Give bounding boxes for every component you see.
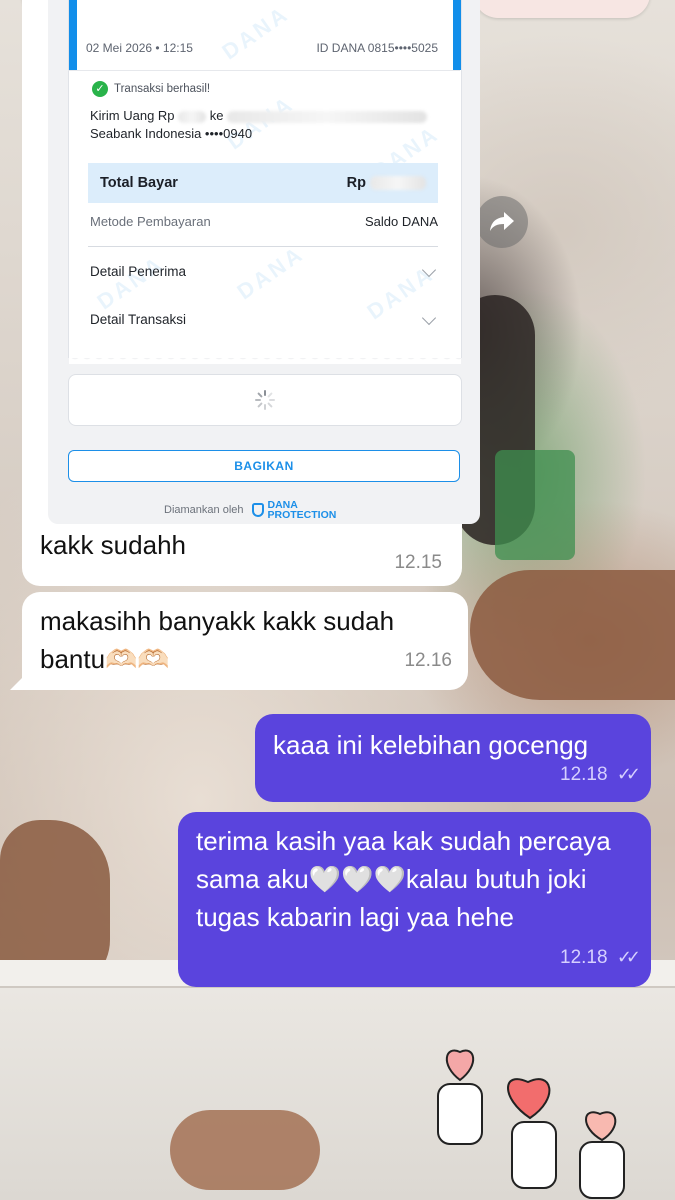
background-hand <box>470 570 675 700</box>
receipt-zigzag-edge <box>69 354 461 364</box>
message-meta: 12.18 ✓✓ <box>560 755 641 794</box>
detail-penerima-row[interactable]: Detail Penerima <box>90 262 438 279</box>
detail-transaksi-label: Detail Transaksi <box>90 312 187 327</box>
receipt-strip-left <box>69 0 77 70</box>
divider <box>88 246 438 247</box>
transfer-line: Kirim Uang Rp ke <box>90 108 428 123</box>
message-time: 12.18 <box>560 947 608 968</box>
top-action-pill[interactable] <box>474 0 650 18</box>
double-check-icon: ✓✓ <box>616 764 641 784</box>
chevron-down-icon <box>421 310 437 325</box>
method-value: Saldo DANA <box>365 214 438 229</box>
redacted-recipient <box>227 110 428 123</box>
message-meta: 12.18 ✓✓ <box>560 938 641 977</box>
receipt-date: 02 Mei 2026 • 12:15 <box>86 41 193 55</box>
share-button[interactable]: BAGIKAN <box>68 450 460 482</box>
background-green-object <box>495 450 575 560</box>
total-bayar-row: Total Bayar Rp <box>88 163 438 203</box>
background-baby-foot <box>170 1110 320 1190</box>
message-time: 12.15 <box>394 552 442 573</box>
shield-icon <box>251 503 264 517</box>
receipt-screenshot[interactable]: DANA DANA DANA DANA DANA DANA 02 Mei 202… <box>48 0 480 524</box>
dana-protection-logo: DANA PROTECTION <box>251 500 337 521</box>
total-label: Total Bayar <box>100 175 178 191</box>
outgoing-message[interactable]: terima kasih yaa kak sudah percaya sama … <box>178 812 651 987</box>
dana-protection-text: DANA PROTECTION <box>267 500 337 521</box>
receipt-id-dana: ID DANA 0815••••5025 <box>316 41 438 55</box>
divider <box>68 70 460 71</box>
outgoing-message[interactable]: kaaa ini kelebihan gocengg 12.18 ✓✓ <box>255 714 651 802</box>
incoming-message[interactable]: makasihh banyakk kakk sudah bantu🫶🏻🫶🏻 12… <box>22 592 468 690</box>
redacted-total <box>370 176 426 190</box>
bubble-tail <box>10 672 28 690</box>
message-text: makasihh banyakk kakk sudah bantu🫶🏻🫶🏻 <box>40 606 395 674</box>
redacted-amount <box>178 110 207 123</box>
message-time: 12.18 <box>560 764 608 785</box>
check-circle-icon: ✓ <box>92 81 108 97</box>
transfer-to: ke <box>209 108 224 123</box>
message-text: kakk sudahh <box>40 530 186 560</box>
heart-cat-sticker[interactable] <box>430 1040 660 1200</box>
secured-by-label: Diamankan oleh <box>164 504 244 516</box>
heart-icon <box>579 1111 625 1199</box>
receipt-header: 02 Mei 2026 • 12:15 ID DANA 0815••••5025 <box>86 41 438 55</box>
status-text: Transaksi berhasil! <box>114 83 211 95</box>
chevron-down-icon <box>421 262 437 277</box>
protection-line2: PROTECTION <box>267 509 337 521</box>
double-check-icon: ✓✓ <box>616 947 641 967</box>
total-currency: Rp <box>346 175 366 191</box>
receipt-strip-right <box>453 0 461 70</box>
forward-arrow-icon <box>490 212 514 231</box>
transaction-status: ✓ Transaksi berhasil! <box>92 81 210 97</box>
total-value: Rp <box>347 175 426 191</box>
payment-method-row: Metode Pembayaran Saldo DANA <box>90 214 438 229</box>
detail-penerima-label: Detail Penerima <box>90 264 187 279</box>
heart-icon <box>507 1078 557 1189</box>
incoming-image-message[interactable]: DANA DANA DANA DANA DANA DANA 02 Mei 202… <box>22 0 480 586</box>
transfer-prefix: Kirim Uang Rp <box>90 108 175 123</box>
loading-box <box>68 374 462 426</box>
spinner-icon <box>255 390 275 410</box>
forward-button[interactable] <box>476 196 528 248</box>
secured-by-footer: Diamankan oleh DANA PROTECTION <box>164 500 337 521</box>
method-label: Metode Pembayaran <box>90 214 211 229</box>
message-time: 12.16 <box>404 650 452 671</box>
detail-transaksi-row[interactable]: Detail Transaksi <box>90 310 438 327</box>
message-text: terima kasih yaa kak sudah percaya sama … <box>196 826 611 932</box>
heart-icon <box>437 1049 483 1145</box>
bank-line: Seabank Indonesia ••••0940 <box>90 126 253 141</box>
